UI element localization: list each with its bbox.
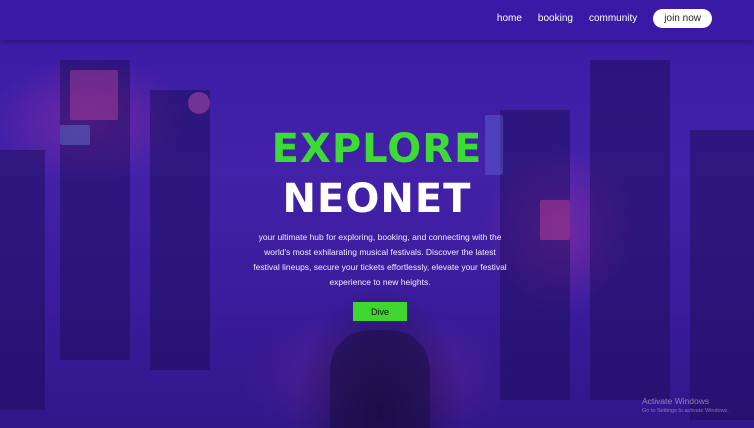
top-navigation-bar: home booking community join now: [0, 0, 754, 40]
watermark-subtitle: Go to Settings to activate Windows.: [642, 408, 729, 414]
activate-windows-watermark: Activate Windows Go to Settings to activ…: [642, 396, 729, 414]
hero-description: your ultimate hub for exploring, booking…: [253, 232, 507, 287]
join-now-button[interactable]: join now: [653, 9, 712, 28]
watermark-title: Activate Windows: [642, 396, 710, 406]
nav-link-community[interactable]: community: [589, 10, 637, 28]
nav-link-home[interactable]: home: [497, 10, 522, 28]
nav-link-booking[interactable]: booking: [538, 10, 573, 28]
hero-title-explore: EXPLORE: [271, 126, 483, 172]
main-nav: home booking community join now: [497, 9, 712, 28]
hero-title-neonet: NEONET: [282, 176, 472, 222]
hero-section: EXPLORE NEONET your ultimate hub for exp…: [0, 0, 754, 428]
dive-button[interactable]: Dive: [353, 302, 407, 321]
